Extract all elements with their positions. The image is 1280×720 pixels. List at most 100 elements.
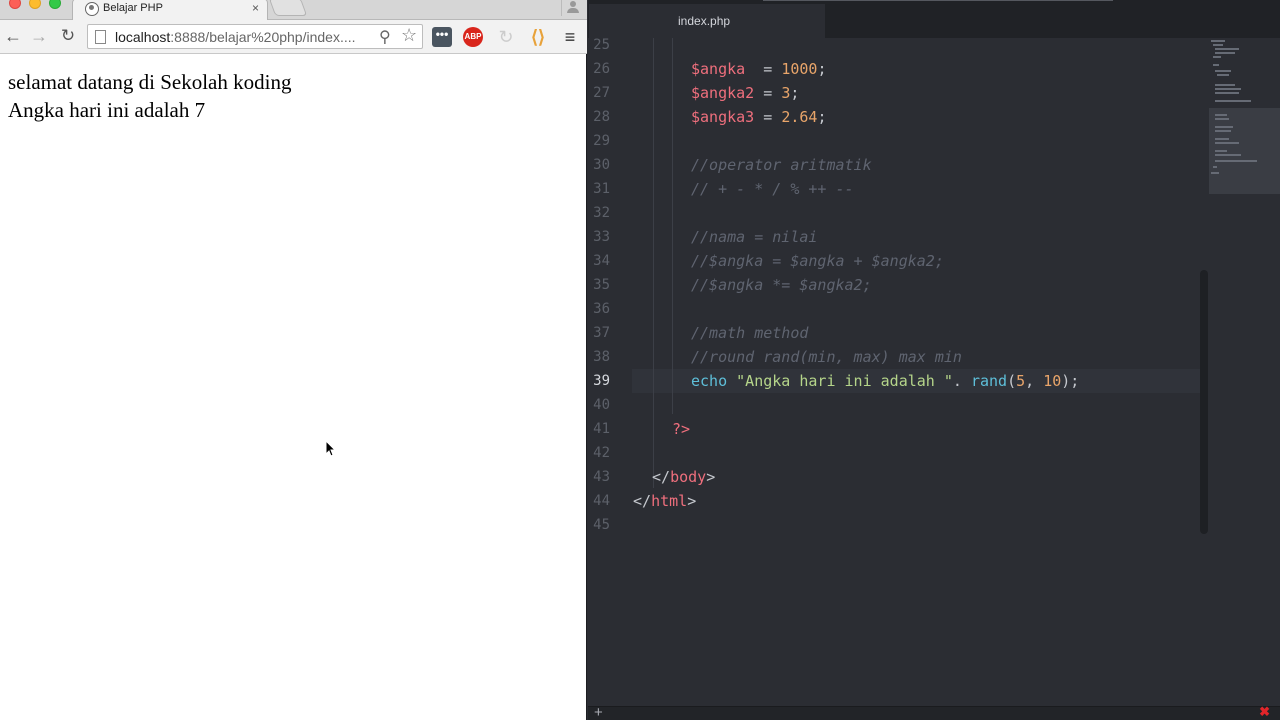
page-icon: [95, 30, 106, 44]
line-number: 33: [593, 229, 610, 245]
code-token: echo: [691, 372, 728, 390]
tab-close-icon[interactable]: ×: [252, 1, 259, 15]
code-line-31[interactable]: // + - * / % ++ --: [691, 177, 854, 201]
editor-tab-bar: index.php: [588, 0, 1280, 38]
back-button[interactable]: ←: [2, 25, 24, 47]
favicon-icon: [85, 2, 99, 16]
editor-status-bar: + ✖: [588, 704, 1280, 720]
forward-button[interactable]: →: [28, 25, 50, 47]
code-token: body: [670, 468, 707, 486]
code-token: =: [745, 60, 782, 78]
minimize-window-button[interactable]: [29, 0, 41, 9]
indent-guide: [653, 38, 654, 488]
error-close-icon[interactable]: ✖: [1259, 704, 1270, 720]
code-token: ;: [817, 60, 827, 78]
minimap[interactable]: [1209, 38, 1280, 196]
code-line-33[interactable]: //nama = nilai: [691, 225, 817, 249]
title-bar-divider: [763, 0, 1113, 1]
extension-bracket-icon[interactable]: ⟨⟩: [528, 27, 548, 47]
code-line-43[interactable]: </body>: [652, 465, 715, 489]
line-number: 36: [593, 301, 610, 317]
url-path: :8888/belajar%20php/index....: [170, 29, 356, 45]
line-number: 45: [593, 517, 610, 533]
code-line-39[interactable]: echo "Angka hari ini adalah ". rand(5, 1…: [691, 369, 1079, 393]
line-number: 35: [593, 277, 610, 293]
line-number: 39: [593, 373, 610, 389]
code-token: 10: [1043, 372, 1062, 390]
code-line-34[interactable]: //$angka = $angka + $angka2;: [691, 249, 944, 273]
bookmark-star-icon[interactable]: ☆: [401, 25, 417, 46]
code-token: ;: [790, 84, 800, 102]
zoom-window-button[interactable]: [49, 0, 61, 9]
line-number: 28: [593, 109, 610, 125]
code-editor: index.php 25 26 27 28 29 30 31 32 33 34 35 36 37 38 39…: [588, 0, 1280, 720]
profile-icon[interactable]: [561, 0, 581, 16]
code-token: rand: [970, 372, 1008, 390]
line-number: 41: [593, 421, 610, 437]
line-number: 25: [593, 37, 610, 53]
browser-window: Belajar PHP × ← → ↻ localhost:8888/belaj…: [0, 0, 587, 720]
url-text[interactable]: localhost:8888/belajar%20php/index....: [115, 29, 356, 45]
page-line-1: selamat datang di Sekolah koding: [8, 70, 292, 94]
code-line-44[interactable]: </html>: [633, 489, 696, 513]
line-number: 40: [593, 397, 610, 413]
code-token: 5: [1016, 372, 1026, 390]
line-number: 27: [593, 85, 610, 101]
code-token: </: [633, 492, 652, 510]
code-line-35[interactable]: //$angka *= $angka2;: [691, 273, 872, 297]
code-line-27[interactable]: $angka2 = 3;: [691, 81, 799, 105]
line-number: 31: [593, 181, 610, 197]
code-line-26[interactable]: $angka = 1000;: [691, 57, 826, 81]
code-token: 3: [781, 84, 791, 102]
line-number: 38: [593, 349, 610, 365]
code-token: ;: [817, 108, 827, 126]
page-content: selamat datang di Sekolah koding Angka h…: [0, 55, 586, 720]
line-number: 32: [593, 205, 610, 221]
code-line-30[interactable]: //operator aritmatik: [691, 153, 872, 177]
editor-scrollbar[interactable]: [1200, 270, 1208, 534]
code-token: $angka2: [691, 84, 755, 102]
code-line-38[interactable]: //round rand(min, max) max min: [691, 345, 962, 369]
line-number: 26: [593, 61, 610, 77]
url-host: localhost: [115, 29, 171, 45]
code-line-41[interactable]: ?>: [672, 417, 690, 441]
add-panel-icon[interactable]: +: [594, 704, 603, 720]
line-number: 29: [593, 133, 610, 149]
line-number-gutter: 25 26 27 28 29 30 31 32 33 34 35 36 37 38 39 40 41 42 43 44…: [588, 37, 632, 706]
code-token: );: [1061, 372, 1080, 390]
adblock-icon[interactable]: ABP: [463, 27, 483, 47]
code-token: html: [651, 492, 688, 510]
code-line-37[interactable]: //math method: [691, 321, 808, 345]
browser-menu-icon[interactable]: ≡: [560, 27, 580, 47]
extension-dots-icon[interactable]: •••: [432, 27, 452, 47]
code-token: </: [652, 468, 671, 486]
line-number: 34: [593, 253, 610, 269]
code-token: 1000: [781, 60, 818, 78]
indent-guide: [672, 38, 673, 414]
code-token: ,: [1025, 372, 1044, 390]
code-token: >: [706, 468, 716, 486]
extension-refresh-icon[interactable]: ↻: [496, 27, 516, 47]
line-number: 44: [593, 493, 610, 509]
code-token: .: [952, 372, 971, 390]
new-tab-button[interactable]: [268, 0, 308, 16]
address-bar[interactable]: localhost:8888/belajar%20php/index.... ⚲…: [87, 24, 423, 49]
reload-button[interactable]: ↻: [57, 25, 79, 47]
line-number: 37: [593, 325, 610, 341]
zoom-icon[interactable]: ⚲: [379, 27, 391, 47]
editor-tab-title: index.php: [678, 14, 731, 28]
code-token: $angka3: [691, 108, 755, 126]
code-token: >: [687, 492, 697, 510]
code-token: 2.64: [781, 108, 818, 126]
line-number: 43: [593, 469, 610, 485]
browser-tab[interactable]: Belajar PHP ×: [72, 0, 268, 20]
code-token: =: [754, 108, 782, 126]
close-window-button[interactable]: [9, 0, 21, 9]
page-line-2: Angka hari ini adalah 7: [8, 98, 206, 122]
browser-toolbar: ← → ↻ localhost:8888/belajar%20php/index…: [0, 20, 587, 54]
line-number: 42: [593, 445, 610, 461]
editor-tab-index-php[interactable]: index.php: [589, 4, 825, 38]
code-line-28[interactable]: $angka3 = 2.64;: [691, 105, 826, 129]
code-token: $angka: [691, 60, 746, 78]
tab-title: Belajar PHP: [103, 2, 163, 14]
